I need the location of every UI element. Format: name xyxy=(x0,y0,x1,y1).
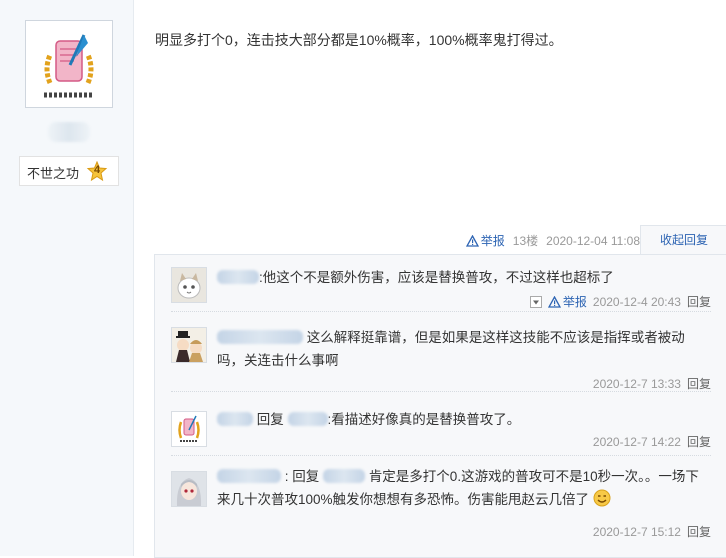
report-link[interactable]: 举报 xyxy=(547,293,587,310)
reply-target-blurred[interactable] xyxy=(323,469,366,483)
collapse-replies-button[interactable]: 收起回复 xyxy=(640,225,726,255)
reply-content: :他这个不是额外伤害，应该是替换普攻，不过这样也超标了 xyxy=(217,266,709,289)
author-name-blurred[interactable] xyxy=(48,122,90,142)
reply-time: 2020-12-7 14:22 xyxy=(592,434,681,449)
warning-triangle-icon xyxy=(547,295,561,308)
reply-prefix: : 回复 xyxy=(284,469,320,484)
reply-time: 2020-12-4 20:43 xyxy=(592,294,681,309)
author-avatar[interactable] xyxy=(25,20,113,108)
post-content: 明显多打个0，连击技大部分都是10%概率，100%概率鬼打得过。 xyxy=(155,32,563,48)
reply-button[interactable]: 回复 xyxy=(687,523,711,540)
reply-meta: 2020-12-7 15:12 回复 xyxy=(593,523,711,540)
reply-button[interactable]: 回复 xyxy=(687,433,711,450)
anime-avatar-image xyxy=(172,328,206,362)
reply-text: :他这个不是额外伤害，应该是替换普攻，不过这样也超标了 xyxy=(259,270,614,285)
reply-avatar[interactable] xyxy=(171,267,207,303)
badge-level-number: 4 xyxy=(93,164,101,176)
reply-button[interactable]: 回复 xyxy=(687,375,711,392)
divider xyxy=(171,311,711,312)
reply-username-blurred[interactable] xyxy=(217,270,259,284)
chevron-down-icon[interactable] xyxy=(529,295,542,308)
reply-button[interactable]: 回复 xyxy=(687,293,711,310)
smile-emoji-icon xyxy=(593,489,611,507)
member-badge[interactable]: 不世之功 4 xyxy=(19,156,119,186)
reply-meta: 2020-12-7 14:22 回复 xyxy=(593,433,711,450)
divider xyxy=(171,455,711,456)
reply-content: : 回复 肯定是多打个0.这游戏的普攻可不是10秒一次。。一场下来几十次普攻10… xyxy=(217,465,709,511)
reply-list: :他这个不是额外伤害，应该是替换普攻，不过这样也超标了 举报 2020-12-4… xyxy=(154,254,726,558)
reply-username-blurred[interactable] xyxy=(217,412,253,426)
post-time: 2020-12-04 11:08 xyxy=(546,233,640,248)
reply-username-blurred[interactable] xyxy=(217,330,303,344)
silver-hair-avatar-image xyxy=(172,472,206,506)
author-avatar-image xyxy=(26,21,112,107)
author-sidebar: 不世之功 4 xyxy=(0,0,134,556)
reply-avatar[interactable] xyxy=(171,471,207,507)
floor-number: 13楼 xyxy=(512,234,539,248)
reply-text: :看描述好像真的是替换普攻了。 xyxy=(327,412,521,427)
badge-title: 不世之功 xyxy=(27,166,80,181)
reply-target-blurred[interactable] xyxy=(287,412,328,426)
reply-time: 2020-12-7 15:12 xyxy=(592,524,681,539)
reply-avatar[interactable] xyxy=(171,327,207,363)
report-link[interactable]: 举报 xyxy=(465,232,505,249)
cat-avatar-image xyxy=(172,268,206,302)
reply-meta: 举报 2020-12-4 20:43 回复 xyxy=(529,293,711,310)
reply-avatar[interactable] xyxy=(171,411,207,447)
scroll-avatar-image xyxy=(172,412,206,446)
divider xyxy=(171,391,711,392)
reply-username-blurred[interactable] xyxy=(217,469,281,483)
report-label: 举报 xyxy=(562,295,587,309)
post-meta: 举报 13楼 2020-12-04 11:08 xyxy=(465,232,640,249)
reply-time: 2020-12-7 13:33 xyxy=(592,376,681,391)
reply-meta: 2020-12-7 13:33 回复 xyxy=(593,375,711,392)
reply-content: 这么解释挺靠谱，但是如果是这样这技能不应该是指挥或者被动吗，关连击什么事啊 xyxy=(217,326,709,372)
reply-content: 回复 :看描述好像真的是替换普攻了。 xyxy=(217,408,709,431)
badge-level-icon: 4 xyxy=(86,161,108,182)
warning-triangle-icon xyxy=(465,234,479,247)
report-label: 举报 xyxy=(480,234,505,248)
reply-prefix: 回复 xyxy=(256,412,284,427)
